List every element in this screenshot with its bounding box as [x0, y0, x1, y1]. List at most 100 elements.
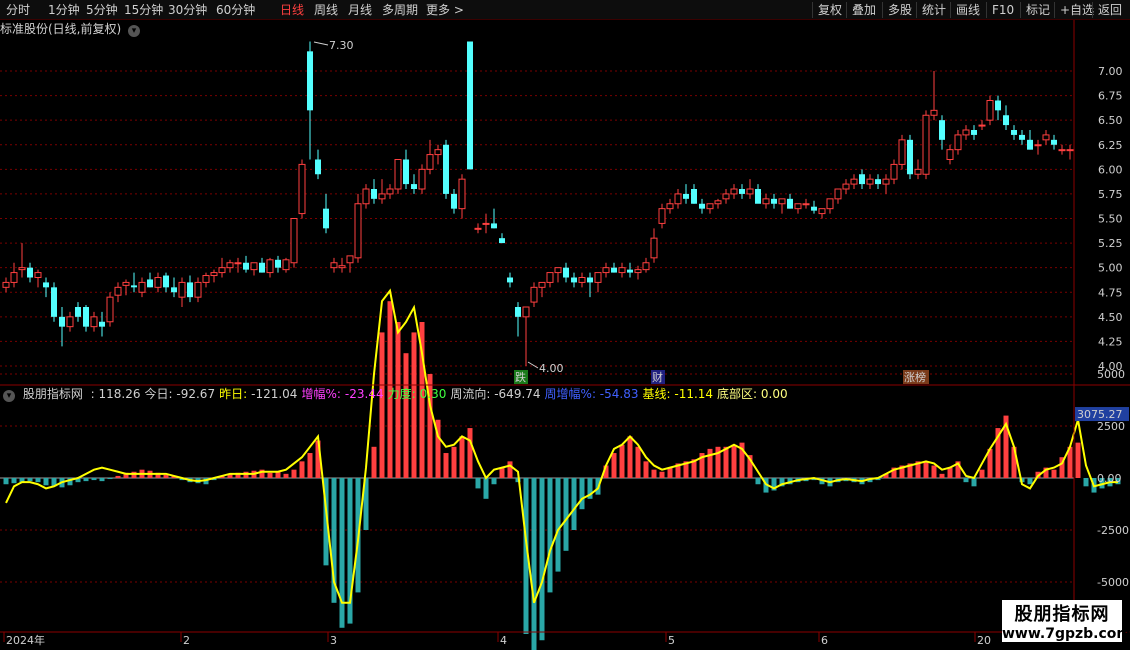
- indicator-bar: [299, 461, 305, 478]
- candle-body: [259, 262, 265, 273]
- candle-body: [818, 208, 826, 215]
- candle-body: [443, 144, 449, 194]
- indicator-bar: [483, 478, 489, 499]
- indicator-bar: [163, 474, 169, 478]
- indicator-bar: [411, 332, 417, 478]
- indicator-bar: [491, 478, 497, 485]
- candle-body: [602, 267, 610, 274]
- watermark-logo: 股朋指标网 www.7gpzb.com: [1002, 600, 1130, 642]
- title-dropdown-icon[interactable]: ▾: [128, 25, 141, 37]
- indicator-bar: [371, 446, 377, 478]
- indicator-bar: [659, 471, 665, 478]
- indicator-bar: [339, 478, 345, 628]
- candle-body: [650, 237, 658, 259]
- indicator-bar: [963, 478, 969, 483]
- indicator-bar: [531, 478, 537, 650]
- candle-body: [307, 51, 313, 111]
- indicator-dropdown-icon[interactable]: ▾: [3, 390, 15, 402]
- candle-body: [59, 316, 65, 327]
- indicator-field-6: 力度:: [387, 387, 416, 401]
- candle-body: [371, 189, 377, 199]
- indicator-bar: [11, 478, 17, 484]
- candle-body: [530, 286, 538, 303]
- candle-body: [243, 262, 249, 270]
- stock-title: 标准股份(日线,前复权): [0, 22, 122, 36]
- main-chart-title-bar: 标准股份(日线,前复权) ▾: [0, 20, 141, 38]
- candle-body: [522, 306, 530, 318]
- price-axis-label: 6.50: [1098, 114, 1123, 127]
- candle-body: [187, 282, 193, 298]
- candle-body: [962, 129, 970, 136]
- indicator-title-bar: ▾ 股朋指标网 : 118.26 今日: -92.67 昨日: -121.04 增幅%:…: [0, 385, 796, 403]
- date-label: 3: [330, 634, 337, 647]
- candle-body: [939, 120, 945, 140]
- indicator-bar: [579, 478, 585, 510]
- candle-body: [986, 100, 994, 121]
- price-axis-label: 6.00: [1098, 163, 1123, 176]
- indicator-bar: [947, 467, 953, 478]
- candle-body: [778, 198, 786, 205]
- candle-body: [914, 168, 922, 175]
- indicator-field-7: 0.30: [419, 387, 447, 401]
- candle-body: [90, 316, 98, 328]
- indicator-bar: [651, 469, 657, 478]
- indicator-bar: [499, 467, 505, 478]
- candle-body: [898, 139, 906, 165]
- candle-body: [2, 281, 10, 288]
- candle-body: [722, 193, 730, 200]
- candle-body: [922, 114, 930, 175]
- indicator-bar: [267, 472, 273, 478]
- price-axis-label: 5.50: [1098, 213, 1123, 226]
- indicator-field-5: -23.44: [344, 387, 384, 401]
- indicator-bar: [379, 332, 385, 478]
- candle-body: [730, 188, 738, 195]
- candle-body: [907, 139, 913, 175]
- indicator-bar: [619, 444, 625, 478]
- indicator-bar: [547, 478, 553, 593]
- candle-body: [611, 267, 617, 273]
- candle-body: [394, 159, 402, 190]
- candle-body: [691, 189, 697, 204]
- candle-body: [202, 275, 210, 283]
- candle-body: [850, 178, 858, 185]
- candle-body: [515, 307, 521, 317]
- candle-body: [403, 159, 409, 185]
- candle-body: [755, 189, 761, 204]
- price-axis-label: 5.25: [1098, 237, 1123, 250]
- candle-body: [378, 193, 386, 200]
- candle-body: [266, 259, 274, 274]
- candle-body: [298, 163, 306, 215]
- price-axis-label: 6.25: [1098, 139, 1123, 152]
- indicator-field-3: -121.04: [251, 387, 298, 401]
- low-marker-line: [527, 361, 539, 369]
- indicator-field-4: 增幅%:: [301, 387, 341, 401]
- candle-body: [411, 184, 417, 189]
- candle-body: [106, 296, 114, 323]
- indicator-bar: [243, 471, 249, 478]
- indicator-bar: [443, 453, 449, 478]
- candle-body: [642, 262, 650, 271]
- candle-body: [330, 262, 338, 269]
- indicator-bar: [971, 478, 977, 487]
- indicator-field-0: : 118.26: [90, 387, 141, 401]
- indicator-bar: [667, 467, 673, 478]
- candle-body: [83, 307, 89, 327]
- indicator-bar: [643, 461, 649, 478]
- candle-body: [890, 163, 898, 180]
- candle-body: [226, 262, 234, 269]
- candle-body: [131, 285, 137, 288]
- candle-body: [1058, 149, 1066, 152]
- indicator-axis-label: -5000: [1097, 576, 1129, 589]
- candle-body: [51, 287, 57, 317]
- event-tag: 财: [652, 370, 663, 384]
- candle-body: [154, 277, 162, 288]
- candle-body: [842, 183, 850, 190]
- indicator-field-2: 昨日:: [219, 387, 248, 401]
- candle-body: [587, 277, 593, 283]
- candle-body: [771, 198, 777, 204]
- candle-body: [426, 154, 434, 170]
- candle-body: [114, 286, 122, 296]
- candle-body: [467, 41, 473, 170]
- candle-body: [138, 281, 146, 293]
- candle-body: [995, 100, 1001, 111]
